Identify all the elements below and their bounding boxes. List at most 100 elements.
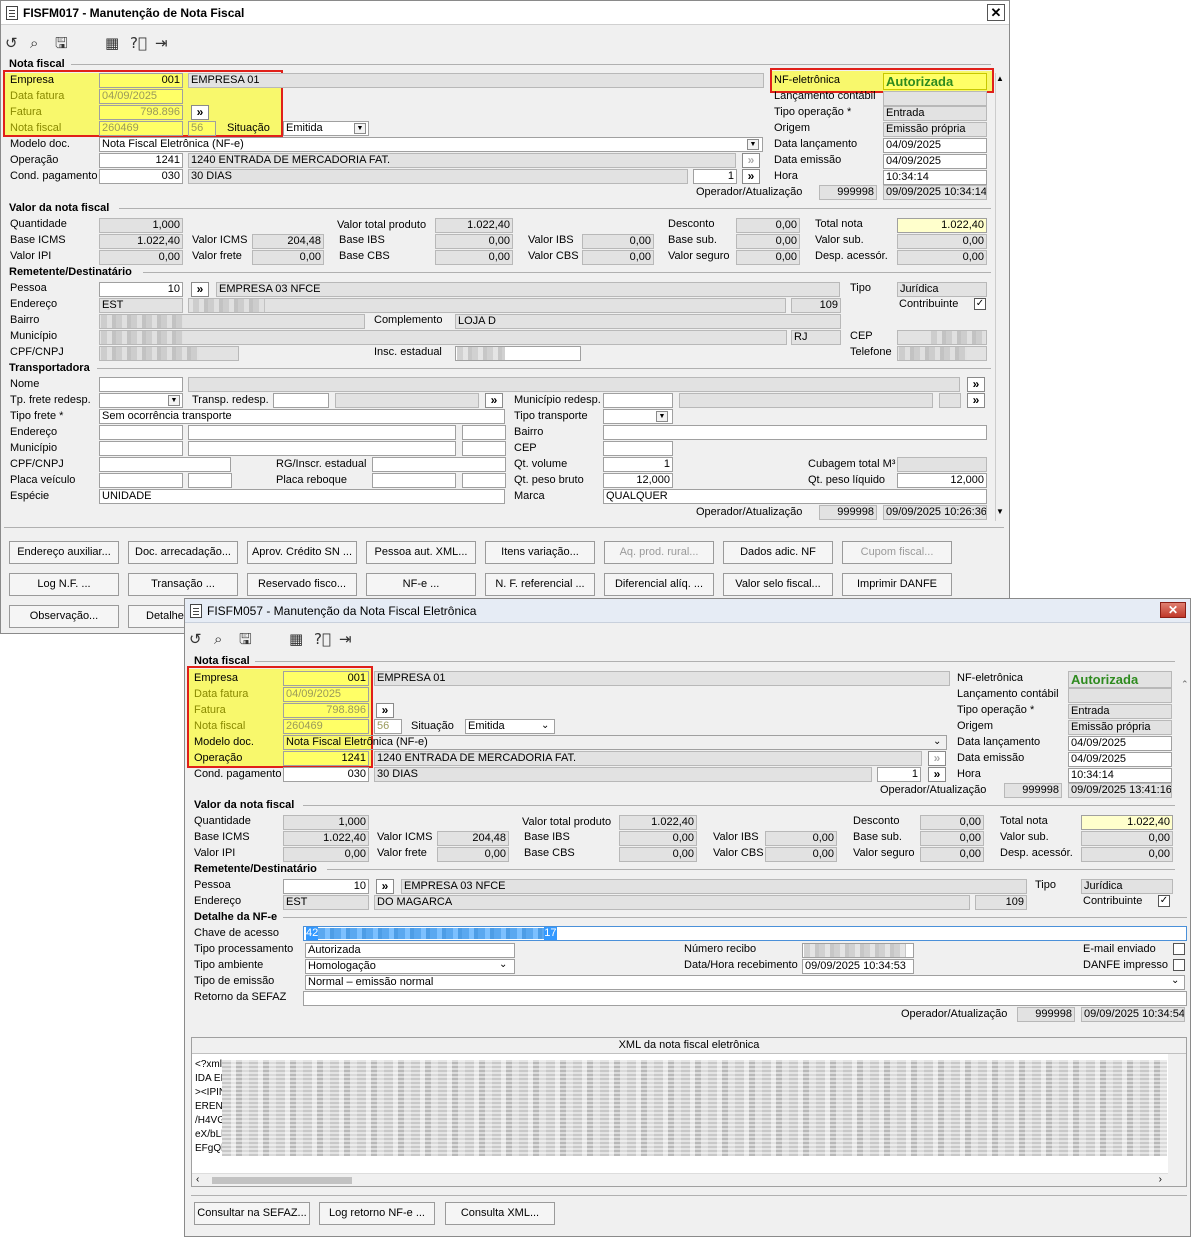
pessoa-expand-button[interactable]: » bbox=[376, 879, 394, 894]
peso-liquido-field[interactable]: 12,000 bbox=[897, 473, 987, 488]
search-icon[interactable]: ⌕ bbox=[30, 33, 38, 53]
operacao-expand-button[interactable]: » bbox=[928, 751, 946, 766]
municipio-redesp-code-field[interactable] bbox=[603, 393, 673, 408]
transp-municipio-field[interactable] bbox=[188, 441, 456, 456]
transp-endereco-field[interactable] bbox=[188, 425, 456, 440]
itens-variacao-button[interactable]: Itens variação... bbox=[485, 541, 595, 564]
data-fatura-field[interactable]: 04/09/2025 bbox=[99, 89, 183, 104]
transp-endereco-tipo-field[interactable] bbox=[99, 425, 183, 440]
save-icon[interactable]: 🖫 bbox=[55, 33, 68, 53]
cond-code-field[interactable]: 030 bbox=[283, 767, 369, 782]
pessoa-code-field[interactable]: 10 bbox=[283, 879, 369, 894]
serie-field[interactable]: 56 bbox=[188, 121, 216, 136]
nf-referencial-button[interactable]: N. F. referencial ... bbox=[485, 573, 595, 596]
scrollbar-thumb[interactable] bbox=[212, 1177, 352, 1184]
transp-cpf-field[interactable] bbox=[99, 457, 231, 472]
chevron-down-icon[interactable]: ▼ bbox=[747, 139, 759, 150]
transp-municipio-code-field[interactable] bbox=[99, 441, 183, 456]
nfe-button[interactable]: NF-e ... bbox=[366, 573, 476, 596]
pessoa-aut-xml-button[interactable]: Pessoa aut. XML... bbox=[366, 541, 476, 564]
cond-qty-field[interactable]: 1 bbox=[877, 767, 921, 782]
cond-expand-button[interactable]: » bbox=[928, 767, 946, 782]
hora-field[interactable]: 10:34:14 bbox=[1068, 768, 1172, 783]
empresa-code-field[interactable]: 001 bbox=[283, 671, 369, 686]
valor-selo-fiscal-button[interactable]: Valor selo fiscal... bbox=[723, 573, 833, 596]
consulta-xml-button[interactable]: Consulta XML... bbox=[445, 1202, 555, 1225]
scroll-up-icon[interactable]: ▲ bbox=[996, 74, 1004, 83]
danfe-impresso-checkbox[interactable] bbox=[1173, 959, 1185, 971]
chevron-down-icon[interactable]: ⌄ bbox=[499, 959, 507, 970]
tipo-emissao-select[interactable]: Normal – emissão normal bbox=[305, 975, 1185, 990]
nota-fiscal-field[interactable]: 260469 bbox=[99, 121, 183, 136]
fatura-field[interactable]: 798.896 bbox=[99, 105, 183, 120]
vertical-scrollbar[interactable] bbox=[1168, 1054, 1186, 1174]
reservado-fisco-button[interactable]: Reservado fisco... bbox=[247, 573, 357, 596]
scroll-down-icon[interactable]: ▼ bbox=[996, 507, 1004, 516]
transp-numero-field[interactable] bbox=[462, 425, 506, 440]
data-emissao-field[interactable]: 04/09/2025 bbox=[883, 154, 987, 169]
chevron-down-icon[interactable]: ▼ bbox=[656, 411, 668, 422]
log-retorno-nfe-button[interactable]: Log retorno NF-e ... bbox=[319, 1202, 435, 1225]
placa-veiculo-field[interactable] bbox=[99, 473, 183, 488]
fatura-field[interactable]: 798.896 bbox=[283, 703, 369, 718]
serie-field[interactable]: 56 bbox=[374, 719, 402, 734]
transp-redesp-expand-button[interactable]: » bbox=[485, 393, 503, 408]
data-lancamento-field[interactable]: 04/09/2025 bbox=[883, 138, 987, 153]
log-nf-button[interactable]: Log N.F. ... bbox=[9, 573, 119, 596]
observacao-button[interactable]: Observação... bbox=[9, 605, 119, 628]
search-icon[interactable]: ⌕ bbox=[214, 629, 222, 649]
endereco-auxiliar-button[interactable]: Endereço auxiliar... bbox=[9, 541, 119, 564]
rg-inscr-field[interactable] bbox=[372, 457, 506, 472]
cond-qty-field[interactable]: 1 bbox=[693, 169, 737, 184]
help-icon[interactable]: ?⃝ bbox=[314, 629, 331, 649]
placa-reboque-field[interactable] bbox=[372, 473, 456, 488]
operacao-expand-button[interactable]: » bbox=[742, 153, 760, 168]
municipio-redesp-expand-button[interactable]: » bbox=[967, 393, 985, 408]
contribuinte-checkbox[interactable]: ✓ bbox=[974, 298, 986, 310]
exit-icon[interactable]: ⇥ bbox=[155, 33, 168, 53]
scroll-right-icon[interactable]: › bbox=[1159, 1174, 1162, 1185]
close-button[interactable]: ✕ bbox=[987, 4, 1005, 21]
hora-field[interactable]: 10:34:14 bbox=[883, 170, 987, 185]
xml-panel[interactable]: XML da nota fiscal eletrônica <?xml IDA E… bbox=[191, 1037, 1187, 1187]
data-lancamento-field[interactable]: 04/09/2025 bbox=[1068, 736, 1172, 751]
data-fatura-field[interactable]: 04/09/2025 bbox=[283, 687, 369, 702]
tipo-frete-select[interactable]: Sem ocorrência transporte bbox=[99, 409, 505, 424]
transp-expand-button[interactable]: » bbox=[967, 377, 985, 392]
chave-acesso-field[interactable]: 42 17 bbox=[303, 926, 1187, 941]
help-icon[interactable]: ?⃝ bbox=[130, 33, 147, 53]
chevron-down-icon[interactable]: ▼ bbox=[168, 395, 180, 406]
undo-icon[interactable]: ↺ bbox=[5, 33, 18, 53]
horizontal-scrollbar[interactable]: ‹ › bbox=[192, 1173, 1186, 1186]
diferencial-aliq-button[interactable]: Diferencial alíq. ... bbox=[604, 573, 714, 596]
transp-cep-field[interactable] bbox=[603, 441, 673, 456]
chevron-down-icon[interactable]: ⌄ bbox=[541, 720, 549, 731]
qt-volume-field[interactable]: 1 bbox=[603, 457, 673, 472]
cond-code-field[interactable]: 030 bbox=[99, 169, 183, 184]
undo-icon[interactable]: ↺ bbox=[189, 629, 202, 649]
chevron-down-icon[interactable]: ⌄ bbox=[933, 736, 941, 747]
pessoa-expand-button[interactable]: » bbox=[191, 282, 209, 297]
modelo-doc-select[interactable]: Nota Fiscal Eletrônica (NF-e) bbox=[99, 137, 763, 152]
cond-expand-button[interactable]: » bbox=[742, 169, 760, 184]
data-emissao-field[interactable]: 04/09/2025 bbox=[1068, 752, 1172, 767]
pessoa-code-field[interactable]: 10 bbox=[99, 282, 183, 297]
chevron-down-icon[interactable]: ⌄ bbox=[1171, 975, 1179, 986]
imprimir-danfe-button[interactable]: Imprimir DANFE bbox=[842, 573, 952, 596]
scroll-up-icon[interactable]: ⌃ bbox=[1181, 679, 1189, 690]
scroll-left-icon[interactable]: ‹ bbox=[196, 1174, 199, 1185]
tipo-ambiente-select[interactable]: Homologação bbox=[305, 959, 515, 974]
vertical-scrollbar[interactable] bbox=[995, 73, 1007, 521]
dados-adic-nf-button[interactable]: Dados adic. NF bbox=[723, 541, 833, 564]
fatura-expand-button[interactable]: » bbox=[376, 703, 394, 718]
chevron-down-icon[interactable]: ▼ bbox=[354, 123, 366, 134]
nota-fiscal-field[interactable]: 260469 bbox=[283, 719, 369, 734]
detalhe-button[interactable]: Detalhe bbox=[128, 605, 188, 628]
transp-bairro-field[interactable] bbox=[603, 425, 987, 440]
modelo-doc-select[interactable]: Nota Fiscal Eletrônica (NF-e) bbox=[283, 735, 947, 750]
transp-redesp-code-field[interactable] bbox=[273, 393, 329, 408]
transp-code-field[interactable] bbox=[99, 377, 183, 392]
marca-field[interactable]: QUALQUER bbox=[603, 489, 987, 504]
calendar-icon[interactable]: ▦ bbox=[289, 629, 303, 649]
especie-field[interactable]: UNIDADE bbox=[99, 489, 505, 504]
